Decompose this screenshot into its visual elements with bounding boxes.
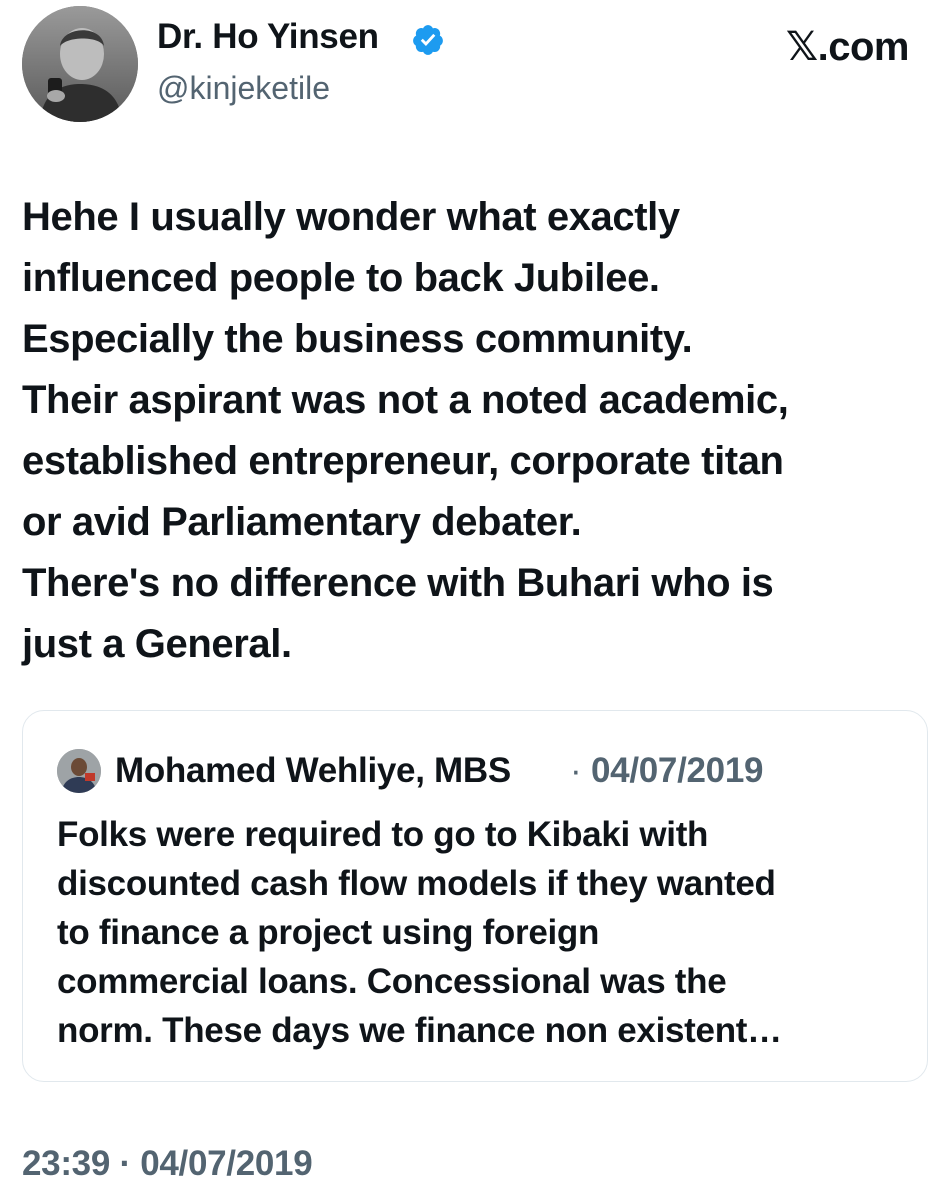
quoted-line: Folks were required to go to Kibaki with [57,815,709,854]
author-handle[interactable]: @kinjeketile [157,70,330,107]
avatar-photo-icon [22,6,138,122]
tweet-line: Especially the business community. [22,317,693,361]
tweet-line: Their aspirant was not a noted academic, [22,378,789,422]
tweet-line: Hehe I usually wonder what exactly [22,195,680,239]
tweet-line: There's no difference with Buhari who is [22,561,774,605]
tweet-line: or avid Parliamentary debater. [22,500,582,544]
author-avatar[interactable] [22,6,138,122]
quoted-line: norm. These days we finance non existent… [57,1011,782,1050]
quoted-avatar-photo-icon [57,749,101,793]
quoted-date[interactable]: 04/07/2019 [591,751,763,791]
tweet-header: Dr. Ho Yinsen @kinjeketile 𝕏.com [0,0,951,130]
quoted-author-avatar[interactable] [57,749,101,793]
tweet-line: established entrepreneur, corporate tita… [22,439,784,483]
quoted-line: commercial loans. Concessional was the [57,962,727,1001]
tweet-timestamp[interactable]: 23:39 · 04/07/2019 [22,1144,313,1184]
quoted-tweet-card[interactable]: Mohamed Wehliye, MBS · 04/07/2019 Folks … [22,710,928,1082]
quoted-author-name[interactable]: Mohamed Wehliye, MBS [115,751,511,791]
tweet-body: Hehe I usually wonder what exactly influ… [22,187,932,675]
quoted-line: discounted cash flow models if they want… [57,864,776,903]
verified-badge-icon [413,25,443,55]
quoted-line: to finance a project using foreign [57,913,600,952]
tweet-line: just a General. [22,622,292,666]
tweet-line: influenced people to back Jubilee. [22,256,660,300]
quoted-separator: · [570,751,582,790]
author-display-name[interactable]: Dr. Ho Yinsen [157,17,379,57]
x-brand-logo: 𝕏.com [785,25,910,69]
quoted-tweet-body: Folks were required to go to Kibaki with… [57,810,907,1055]
